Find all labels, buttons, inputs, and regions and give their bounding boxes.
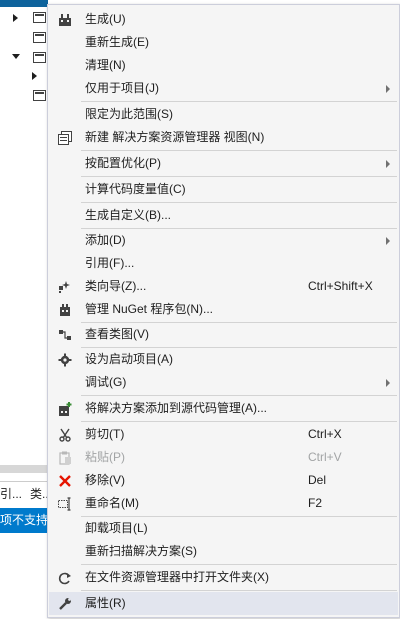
- nuget-icon: [57, 302, 73, 318]
- menu-item-references[interactable]: 引用(F)...: [49, 252, 398, 275]
- menu-item-label: 引用(F)...: [85, 256, 135, 270]
- expand-arrow-icon[interactable]: [32, 72, 37, 80]
- menu-item-new-view[interactable]: 新建 解决方案资源管理器 视图(N): [49, 126, 398, 149]
- build-icon: [57, 12, 73, 28]
- menu-item-label: 清理(N): [85, 58, 126, 72]
- menu-item-label: 查看类图(V): [85, 327, 149, 341]
- status-text: 项不支持搜: [0, 513, 48, 527]
- menu-separator: [81, 395, 397, 396]
- menu-separator: [81, 101, 397, 102]
- tree-row[interactable]: [0, 30, 48, 48]
- menu-item-shortcut: Ctrl+X: [308, 427, 342, 441]
- menu-separator: [81, 202, 397, 203]
- expand-arrow-icon[interactable]: [13, 14, 18, 22]
- menu-item-label: 卸载项目(L): [85, 521, 148, 535]
- submenu-arrow-icon: [386, 85, 390, 93]
- new-view-icon: [57, 130, 73, 146]
- collapse-arrow-icon[interactable]: [12, 54, 20, 59]
- paste-icon: [57, 450, 73, 466]
- open-folder-icon: [57, 570, 73, 586]
- menu-item-build[interactable]: 生成(U): [49, 8, 398, 31]
- gear-icon: [57, 352, 73, 368]
- menu-item-project-only[interactable]: 仅用于项目(J): [49, 77, 398, 100]
- horizontal-scrollbar[interactable]: [0, 465, 48, 473]
- menu-item-shortcut: F2: [308, 496, 323, 510]
- project-icon: [33, 90, 46, 101]
- menu-item-label: 移除(V): [85, 473, 125, 487]
- menu-item-cut[interactable]: 剪切(T) Ctrl+X: [49, 423, 398, 446]
- selected-row-highlight: [0, 0, 48, 7]
- menu-item-manage-nuget[interactable]: 管理 NuGet 程序包(N)...: [49, 298, 398, 321]
- menu-item-view-class-diagram[interactable]: 查看类图(V): [49, 323, 398, 346]
- class-diagram-icon: [57, 327, 73, 343]
- menu-separator: [81, 564, 397, 565]
- menu-item-add-to-source-control[interactable]: 将解决方案添加到源代码管理(A)...: [49, 397, 398, 420]
- menu-item-shortcut: Ctrl+Shift+X: [308, 279, 373, 293]
- project-icon: [33, 12, 46, 23]
- project-icon: [33, 32, 46, 43]
- class-wizard-icon: [57, 279, 73, 295]
- menu-item-properties[interactable]: 属性(R): [49, 592, 398, 615]
- menu-separator: [81, 150, 397, 151]
- tree-row[interactable]: [0, 88, 48, 106]
- menu-item-set-startup-project[interactable]: 设为启动项目(A): [49, 348, 398, 371]
- menu-item-clean[interactable]: 清理(N): [49, 54, 398, 77]
- menu-item-debug[interactable]: 调试(G): [49, 371, 398, 394]
- tree-row[interactable]: [0, 68, 48, 86]
- menu-separator: [81, 590, 397, 591]
- menu-item-label: 将解决方案添加到源代码管理(A)...: [85, 401, 267, 415]
- menu-item-build-customizations[interactable]: 生成自定义(B)...: [49, 204, 398, 227]
- menu-item-label: 生成(U): [85, 12, 126, 26]
- menu-item-label: 仅用于项目(J): [85, 81, 159, 95]
- tab-references[interactable]: 引...: [0, 485, 22, 502]
- menu-item-unload-project[interactable]: 卸载项目(L): [49, 517, 398, 540]
- wrench-icon: [57, 596, 73, 612]
- menu-separator: [81, 176, 397, 177]
- menu-item-label: 按配置优化(P): [85, 156, 161, 170]
- menu-item-label: 重命名(M): [85, 496, 139, 510]
- context-menu: 生成(U) 重新生成(E) 清理(N) 仅用于项目(J) 限定为此范围(S) 新…: [47, 4, 400, 618]
- menu-separator: [81, 421, 397, 422]
- menu-item-label: 新建 解决方案资源管理器 视图(N): [85, 130, 265, 144]
- project-icon: [33, 52, 46, 63]
- tree-row[interactable]: [0, 10, 48, 28]
- menu-item-shortcut: Del: [308, 473, 327, 487]
- menu-item-code-metrics[interactable]: 计算代码度量值(C): [49, 178, 398, 201]
- menu-item-label: 剪切(T): [85, 427, 125, 441]
- menu-item-rebuild[interactable]: 重新生成(E): [49, 31, 398, 54]
- menu-item-label: 在文件资源管理器中打开文件夹(X): [85, 570, 269, 584]
- submenu-arrow-icon: [386, 379, 390, 387]
- menu-item-label: 限定为此范围(S): [85, 107, 173, 121]
- menu-item-label: 类向导(Z)...: [85, 279, 147, 293]
- menu-item-remove[interactable]: 移除(V) Del: [49, 469, 398, 492]
- menu-item-label: 生成自定义(B)...: [85, 208, 171, 222]
- menu-item-label: 添加(D): [85, 233, 126, 247]
- rename-icon: [57, 496, 73, 512]
- status-bar: 项不支持搜: [0, 508, 48, 533]
- menu-item-label: 调试(G): [85, 375, 127, 389]
- menu-item-rename[interactable]: 重命名(M) F2: [49, 492, 398, 515]
- remove-icon: [57, 473, 73, 489]
- panel-tabs: 引... 类...: [0, 481, 52, 502]
- menu-item-add[interactable]: 添加(D): [49, 229, 398, 252]
- submenu-arrow-icon: [386, 160, 390, 168]
- menu-item-label: 重新生成(E): [85, 35, 149, 49]
- menu-item-class-wizard[interactable]: 类向导(Z)... Ctrl+Shift+X: [49, 275, 398, 298]
- tree-row[interactable]: [0, 50, 48, 68]
- menu-item-profile-guided-optimization[interactable]: 按配置优化(P): [49, 152, 398, 175]
- menu-item-paste[interactable]: 粘贴(P) Ctrl+V: [49, 446, 398, 469]
- menu-item-label: 粘贴(P): [85, 450, 125, 464]
- menu-item-shortcut: Ctrl+V: [308, 450, 342, 464]
- menu-item-label: 管理 NuGet 程序包(N)...: [85, 302, 214, 316]
- menu-item-label: 设为启动项目(A): [85, 352, 173, 366]
- submenu-arrow-icon: [386, 237, 390, 245]
- menu-item-scope-to-this[interactable]: 限定为此范围(S): [49, 103, 398, 126]
- menu-item-rescan-solution[interactable]: 重新扫描解决方案(S): [49, 540, 398, 563]
- cut-icon: [57, 427, 73, 443]
- source-control-icon: [57, 401, 73, 417]
- menu-item-label: 计算代码度量值(C): [85, 182, 186, 196]
- menu-item-label: 属性(R): [85, 596, 126, 610]
- menu-item-open-in-explorer[interactable]: 在文件资源管理器中打开文件夹(X): [49, 566, 398, 589]
- menu-item-label: 重新扫描解决方案(S): [85, 544, 197, 558]
